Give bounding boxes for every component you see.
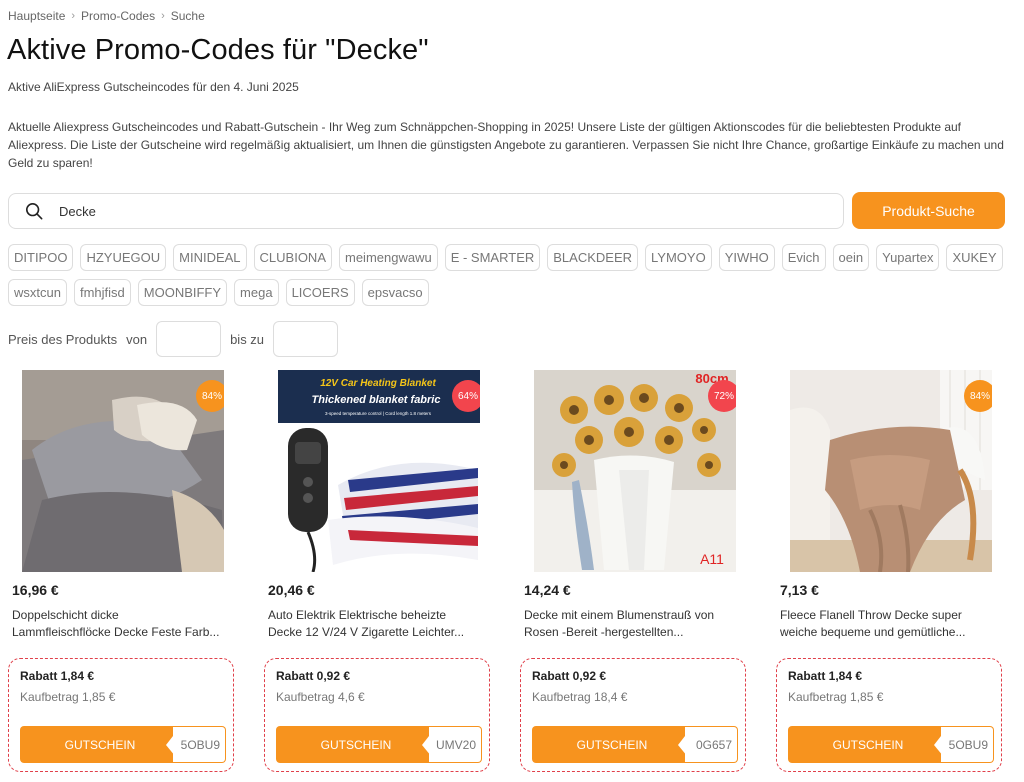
image-headline: 12V Car Heating Blanket (320, 378, 436, 389)
product-title[interactable]: Doppelschicht dicke Lammfleischflöcke De… (12, 607, 234, 641)
product-image-heating-blanket: 12V Car Heating Blanket Thickened blanke… (278, 370, 480, 572)
brand-tag[interactable]: meimengwawu (339, 244, 438, 271)
coupon-discount: Rabatt 1,84 € (20, 669, 95, 683)
brand-tag-list: DITIPOO HZYUEGOU MINIDEAL CLUBIONA meime… (8, 244, 1008, 306)
brand-tag[interactable]: E - SMARTER (444, 244, 541, 271)
discount-badge: 84% (196, 380, 224, 412)
coupon-button-label: GUTSCHEIN (320, 737, 392, 752)
breadcrumb: Hauptseite › Promo-Codes › Suche (8, 9, 205, 23)
coupon-button[interactable]: GUTSCHEIN 0G657 (532, 726, 738, 763)
product-price: 14,24 € (524, 582, 571, 598)
product-image[interactable]: 84% (790, 370, 992, 572)
coupon-code: UMV20 (429, 727, 481, 762)
product-price: 7,13 € (780, 582, 819, 598)
coupon-code: 0G657 (685, 727, 737, 762)
brand-tag[interactable]: wsxtcun (8, 279, 67, 306)
coupon-code: 5OBU9 (941, 727, 993, 762)
discount-badge: 84% (964, 380, 992, 412)
brand-tag[interactable]: HZYUEGOU (80, 244, 167, 271)
coupon-code: 5OBU9 (173, 727, 225, 762)
product-image-sunflower-bouquet: 80cm A11 (534, 370, 736, 572)
page-description: Aktuelle Aliexpress Gutscheincodes und R… (8, 120, 1004, 170)
brand-tag[interactable]: Yupartex (876, 244, 940, 271)
product-title[interactable]: Fleece Flanell Throw Decke super weiche … (780, 607, 1002, 641)
brand-tag[interactable]: Evich (781, 244, 826, 271)
page-title: Aktive Promo-Codes für "Decke" (7, 34, 429, 66)
chevron-right-icon: › (161, 10, 165, 22)
brand-tag[interactable]: LICOERS (285, 279, 355, 306)
brand-tag[interactable]: mega (234, 279, 279, 306)
breadcrumb-current: Suche (170, 9, 205, 23)
coupon-box: Rabatt 0,92 € Kaufbetrag 4,6 € GUTSCHEIN… (264, 658, 490, 772)
product-image-fleece-throw (790, 370, 992, 572)
brand-tag[interactable]: YIWHO (718, 244, 775, 271)
coupon-peel-corner (422, 727, 436, 762)
search-bar (8, 193, 844, 229)
product-image[interactable]: 80cm A11 72% (534, 370, 736, 572)
price-from-label: von (126, 331, 148, 347)
product-price: 20,46 € (268, 582, 315, 598)
brand-tag[interactable]: LYMOYO (645, 244, 712, 271)
coupon-min-purchase: Kaufbetrag 1,85 € (788, 690, 884, 704)
product-image-blanket-bed (22, 370, 224, 572)
brand-tag[interactable]: DITIPOO (8, 244, 74, 271)
coupon-button-label: GUTSCHEIN (576, 737, 648, 752)
coupon-box: Rabatt 0,92 € Kaufbetrag 18,4 € GUTSCHEI… (520, 658, 746, 772)
coupon-discount: Rabatt 0,92 € (276, 669, 351, 683)
product-card[interactable]: 84% 7,13 € Fleece Flanell Throw Decke su… (776, 370, 1002, 772)
search-input[interactable] (59, 203, 759, 219)
discount-badge: 64% (452, 380, 480, 412)
image-caption: 3-speed temperature control | Cord lengt… (325, 411, 432, 416)
coupon-min-purchase: Kaufbetrag 18,4 € (532, 690, 628, 704)
product-card[interactable]: 80cm A11 72% 14,24 € Decke mit einem Blu… (520, 370, 746, 772)
product-card[interactable]: 12V Car Heating Blanket Thickened blanke… (264, 370, 490, 772)
page-subtitle: Aktive AliExpress Gutscheincodes für den… (8, 80, 299, 94)
coupon-peel-corner (166, 727, 180, 762)
coupon-button[interactable]: GUTSCHEIN 5OBU9 (788, 726, 994, 763)
price-from-input[interactable] (156, 321, 222, 357)
chevron-right-icon: › (71, 10, 76, 22)
product-price: 16,96 € (12, 582, 59, 598)
price-filter-label: Preis des Produkts (8, 331, 118, 347)
price-to-label: bis zu (230, 331, 265, 347)
coupon-peel-corner (934, 727, 948, 762)
brand-tag[interactable]: MINIDEAL (173, 244, 247, 271)
brand-tag[interactable]: MOONBIFFY (137, 279, 228, 306)
brand-tag[interactable]: oein (832, 244, 870, 271)
image-model-label: A11 (700, 551, 724, 567)
coupon-box: Rabatt 1,84 € Kaufbetrag 1,85 € GUTSCHEI… (8, 658, 234, 772)
breadcrumb-home[interactable]: Hauptseite (8, 9, 65, 23)
breadcrumb-promo-codes[interactable]: Promo-Codes (81, 9, 155, 23)
brand-tag[interactable]: BLACKDEER (547, 244, 639, 271)
coupon-button-label: GUTSCHEIN (64, 737, 136, 752)
brand-tag[interactable]: epsvacso (361, 279, 429, 306)
coupon-button[interactable]: GUTSCHEIN UMV20 (276, 726, 482, 763)
coupon-button-label: GUTSCHEIN (832, 737, 904, 752)
coupon-min-purchase: Kaufbetrag 4,6 € (276, 690, 365, 704)
coupon-button[interactable]: GUTSCHEIN 5OBU9 (20, 726, 226, 763)
coupon-peel-corner (678, 727, 692, 762)
coupon-discount: Rabatt 1,84 € (788, 669, 863, 683)
coupon-min-purchase: Kaufbetrag 1,85 € (20, 690, 116, 704)
product-image[interactable]: 12V Car Heating Blanket Thickened blanke… (278, 370, 480, 572)
coupon-box: Rabatt 1,84 € Kaufbetrag 1,85 € GUTSCHEI… (776, 658, 1002, 772)
brand-tag[interactable]: fmhjfisd (73, 279, 131, 306)
discount-badge: 72% (708, 380, 736, 412)
product-search-button[interactable]: Produkt-Suche (852, 192, 1005, 229)
coupon-discount: Rabatt 0,92 € (532, 669, 607, 683)
brand-tag[interactable]: XUKEY (946, 244, 1003, 271)
product-image[interactable]: 84% (22, 370, 224, 572)
product-card[interactable]: 84% 16,96 € Doppelschicht dicke Lammflei… (8, 370, 234, 772)
price-filter: Preis des Produkts von bis zu (8, 321, 339, 357)
image-subheadline: Thickened blanket fabric (312, 394, 441, 406)
brand-tag[interactable]: CLUBIONA (253, 244, 332, 271)
price-to-input[interactable] (273, 321, 339, 357)
product-title[interactable]: Decke mit einem Blumenstrauß von Rosen -… (524, 607, 746, 641)
search-icon (25, 202, 43, 220)
product-title[interactable]: Auto Elektrik Elektrische beheizte Decke… (268, 607, 490, 641)
